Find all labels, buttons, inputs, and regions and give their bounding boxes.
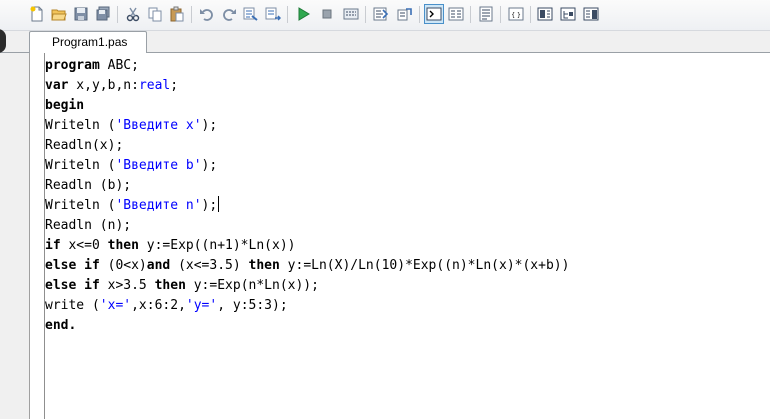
code-token: real: [138, 78, 171, 93]
stop-icon[interactable]: [318, 5, 336, 23]
code-token: write (: [45, 298, 100, 313]
code-token: then: [154, 278, 186, 293]
code-line: else if x>3.5 then y:=Exp(n*Ln(x));: [45, 276, 569, 296]
code-token: x<=0: [60, 238, 108, 253]
code-token: and: [146, 258, 171, 273]
code-token: 'Введите x': [115, 118, 202, 133]
code-token: (x<=3.5): [170, 258, 249, 273]
code-line: Readln (n);: [45, 216, 569, 236]
properties-icon[interactable]: [582, 5, 600, 23]
code-line: Writeln ('Введите x');: [45, 116, 569, 136]
code-token: then: [107, 238, 139, 253]
code-token: ,x:6:2,: [131, 298, 186, 313]
code-token: else if: [45, 278, 100, 293]
toolbar-separator: [117, 6, 118, 23]
toolbar-separator: [470, 6, 471, 23]
toolbar-separator: [365, 6, 366, 23]
tab-scroll-handle[interactable]: [0, 29, 6, 53]
code-line: Readln(x);: [45, 136, 569, 156]
save-all-icon[interactable]: [94, 5, 112, 23]
code-token: x>3.5: [99, 278, 155, 293]
svg-text:{ }: { }: [511, 12, 521, 19]
step-into-icon[interactable]: [372, 5, 390, 23]
code-token: Readln(x);: [45, 138, 124, 153]
code-token: (0<x): [99, 258, 147, 273]
code-token: y:=Exp(n*Ln(x));: [185, 278, 319, 293]
step-over-icon[interactable]: [396, 5, 414, 23]
code-token: Writeln (: [45, 198, 116, 213]
compile-icon[interactable]: [342, 5, 360, 23]
code-line: if x<=0 then y:=Exp((n+1)*Ln(x)): [45, 236, 569, 256]
debug-window-icon[interactable]: [447, 5, 465, 23]
code-token: Writeln (: [45, 158, 116, 173]
code-token: );: [201, 118, 218, 133]
toolbar-separator: [419, 6, 420, 23]
designer-icon[interactable]: [536, 5, 554, 23]
code-token: begin: [45, 98, 85, 113]
code-token: );: [201, 198, 218, 213]
code-token: 'Введите b': [115, 158, 202, 173]
paste-icon[interactable]: [168, 5, 186, 23]
tree-icon[interactable]: [559, 5, 577, 23]
tab-program1[interactable]: Program1.pas: [29, 31, 147, 53]
code-token: , y:5:3);: [217, 298, 288, 313]
code-token: ;: [170, 78, 179, 93]
cut-icon[interactable]: [124, 5, 142, 23]
code-token: 'Введите n': [115, 198, 202, 213]
code-token: program: [45, 58, 100, 73]
code-token: 'y=': [185, 298, 218, 313]
code-line: begin: [45, 96, 569, 116]
toolbar-separator: [530, 6, 531, 23]
find-icon[interactable]: [242, 5, 260, 23]
console-icon[interactable]: [424, 4, 444, 24]
code-token: ABC;: [99, 58, 139, 73]
new-file-icon[interactable]: [28, 5, 46, 23]
code-icon[interactable]: { }: [507, 5, 525, 23]
code-token: Readln (b);: [45, 178, 132, 193]
code-line: Writeln ('Введите b');: [45, 156, 569, 176]
code-token: if: [45, 238, 61, 253]
toolbar-separator: [191, 6, 192, 23]
editor-gutter: [0, 53, 29, 419]
code-editor[interactable]: program ABC; var x,y,b,n:real; begin Writel…: [29, 53, 770, 419]
code-token: );: [201, 158, 218, 173]
code-line: program ABC;: [45, 56, 569, 76]
undo-icon[interactable]: [198, 5, 216, 23]
run-icon[interactable]: [294, 5, 312, 23]
copy-icon[interactable]: [146, 5, 164, 23]
replace-icon[interactable]: [264, 5, 282, 23]
code-token: then: [248, 258, 280, 273]
save-icon[interactable]: [72, 5, 90, 23]
tab-label: Program1.pas: [52, 35, 128, 49]
form-icon[interactable]: [477, 5, 495, 23]
code-line: var x,y,b,n:real;: [45, 76, 569, 96]
code-token: var: [45, 78, 69, 93]
code-line: end.: [45, 316, 569, 336]
toolbar-separator: [500, 6, 501, 23]
code-line: else if (0<x)and (x<=3.5) then y:=Ln(X)/…: [45, 256, 569, 276]
code-token: else if: [45, 258, 100, 273]
tab-strip: Program1.pas: [0, 29, 770, 53]
code-line: Readln (b);: [45, 176, 569, 196]
code-text[interactable]: program ABC; var x,y,b,n:real; begin Writel…: [45, 56, 569, 336]
toolbar: { }: [0, 0, 770, 31]
code-token: x,y,b,n:: [68, 78, 139, 93]
code-token: y:=Ln(X)/Ln(10)*Exp((n)*Ln(x)*(x+b)): [279, 258, 570, 273]
code-token: y:=Exp((n+1)*Ln(x)): [138, 238, 296, 253]
code-token: end.: [45, 318, 77, 333]
toolbar-separator: [287, 6, 288, 23]
code-line: write ('x=',x:6:2,'y=', y:5:3);: [45, 296, 569, 316]
code-token: Readln (n);: [45, 218, 132, 233]
code-line: Writeln ('Введите n');: [45, 196, 569, 216]
code-token: Writeln (: [45, 118, 116, 133]
code-token: 'x=': [99, 298, 132, 313]
redo-icon[interactable]: [220, 5, 238, 23]
text-caret: [218, 196, 220, 212]
open-folder-icon[interactable]: [50, 5, 68, 23]
